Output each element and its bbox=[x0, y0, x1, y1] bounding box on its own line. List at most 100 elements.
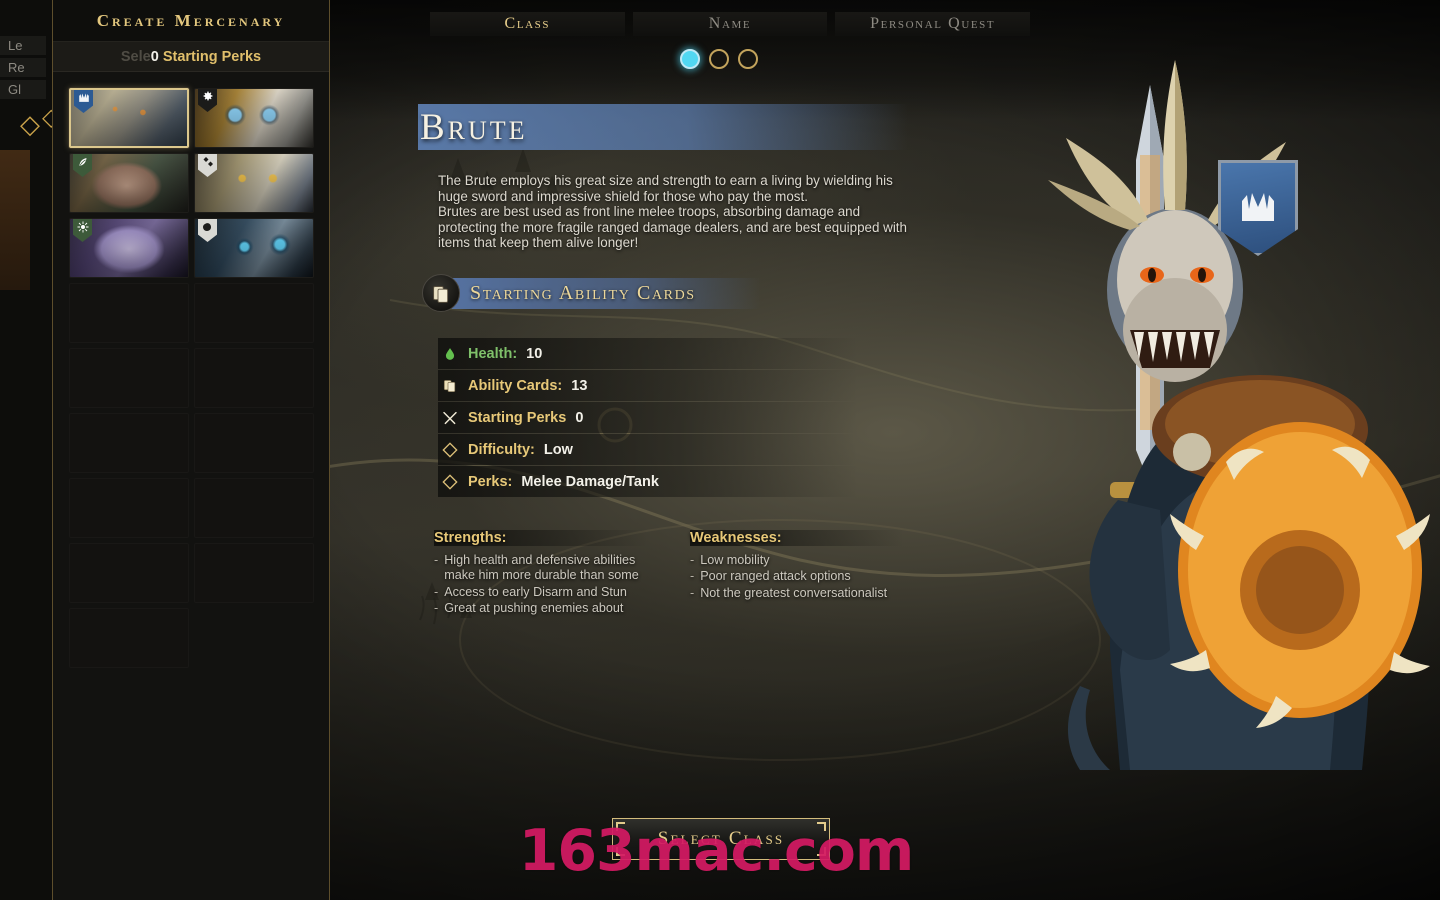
left-strip-items: Le Re Gl bbox=[0, 36, 46, 102]
locked-slot[interactable] bbox=[69, 348, 189, 408]
corner-ornament bbox=[817, 822, 826, 831]
wizard-tabs: Class Name Personal Quest bbox=[430, 12, 1031, 36]
locked-row bbox=[69, 348, 315, 408]
left-warm-panel bbox=[0, 150, 30, 290]
stat-row-ability-cards: Ability Cards: 13 bbox=[438, 370, 858, 401]
locked-slot[interactable] bbox=[194, 413, 314, 473]
locked-row bbox=[69, 478, 315, 538]
step-dot-1[interactable] bbox=[680, 49, 700, 69]
class-portrait-mindthief[interactable] bbox=[194, 218, 314, 278]
locked-slot[interactable] bbox=[194, 348, 314, 408]
stat-label: Perks: bbox=[468, 473, 513, 490]
weakness-text: Poor ranged attack options bbox=[700, 569, 851, 584]
stat-label: Health: bbox=[468, 345, 518, 362]
left-clipped-strip: Le Re Gl ◇ bbox=[0, 0, 52, 900]
stat-row-perks: Perks: Melee Damage/Tank bbox=[438, 466, 858, 497]
description-line: protecting the more fragile ranged damag… bbox=[438, 219, 907, 235]
portrait-row bbox=[69, 218, 315, 278]
locked-slot[interactable] bbox=[69, 283, 189, 343]
locked-slot[interactable] bbox=[194, 478, 314, 538]
crown-shield-icon bbox=[1242, 193, 1274, 221]
locked-row bbox=[69, 413, 315, 473]
weaknesses-column: Weaknesses: - Low mobility - Poor ranged a… bbox=[690, 530, 904, 617]
stat-label: Starting Perks bbox=[468, 409, 567, 426]
mercenary-sidebar: Create Mercenary Sele0 Starting Perks bbox=[52, 0, 330, 900]
locked-slot[interactable] bbox=[69, 608, 189, 668]
select-class-button[interactable]: Select Class bbox=[612, 818, 830, 860]
wizard-step-dots bbox=[680, 49, 758, 69]
stat-value: Low bbox=[543, 441, 573, 458]
weaknesses-header: Weaknesses: bbox=[690, 530, 904, 546]
locked-slot[interactable] bbox=[69, 413, 189, 473]
strengths-column: Strengths: - High health and defensive ab… bbox=[434, 530, 648, 617]
locked-slot[interactable] bbox=[69, 478, 189, 538]
locked-slot[interactable] bbox=[69, 543, 189, 603]
stat-label: Ability Cards: bbox=[468, 377, 563, 394]
tab-personal-quest[interactable]: Personal Quest bbox=[835, 12, 1031, 36]
stat-value: 13 bbox=[571, 377, 588, 394]
class-portrait-spellweaver[interactable] bbox=[69, 153, 189, 213]
stat-row-health: Health: 10 bbox=[438, 338, 858, 369]
left-strip-item[interactable]: Le bbox=[0, 36, 46, 55]
stat-label: Difficulty: bbox=[468, 441, 535, 458]
prev-arrow-icon[interactable]: ◇ bbox=[20, 112, 40, 138]
create-mercenary-screen: Le Re Gl ◇ ◇ Create Mercenary Sele0 Star… bbox=[0, 0, 1440, 900]
card-stack-icon bbox=[441, 378, 459, 394]
description-line: huge sword and impressive shield for tho… bbox=[438, 188, 808, 204]
crossed-swords-icon bbox=[441, 410, 459, 426]
bullet-dash: - bbox=[434, 553, 439, 567]
description-line: Brutes are best used as front line melee… bbox=[438, 204, 861, 220]
left-strip-item[interactable]: Gl bbox=[0, 80, 46, 99]
locked-slot[interactable] bbox=[194, 283, 314, 343]
class-stats: Health: 10 Ability Cards: 13 Starting Pe… bbox=[438, 338, 858, 498]
locked-row bbox=[69, 543, 315, 603]
perks-ghost-text: Sele bbox=[120, 49, 151, 65]
ability-cards-label: Starting Ability Cards bbox=[470, 281, 696, 304]
stat-value: Melee Damage/Tank bbox=[521, 473, 659, 490]
strength-item: - Access to early Disarm and Stun bbox=[434, 585, 648, 600]
sidebar-title: Create Mercenary bbox=[53, 0, 329, 42]
step-dot-3[interactable] bbox=[738, 49, 758, 69]
class-portrait-scoundrel[interactable] bbox=[194, 153, 314, 213]
stat-row-difficulty: Difficulty: Low bbox=[438, 434, 858, 465]
corner-ornament bbox=[616, 847, 625, 856]
class-portrait-cragheart[interactable] bbox=[69, 218, 189, 278]
locked-row bbox=[69, 283, 315, 343]
weakness-item: - Not the greatest conversationalist bbox=[690, 586, 904, 601]
portrait-row bbox=[69, 153, 315, 213]
diamond-icon bbox=[441, 473, 459, 490]
step-dot-2[interactable] bbox=[709, 49, 729, 69]
droplet-icon bbox=[441, 346, 459, 362]
weakness-text: Low mobility bbox=[700, 553, 770, 567]
bullet-dash: - bbox=[690, 569, 695, 584]
starting-perks-banner: Sele0 Starting Perks bbox=[53, 42, 329, 72]
weakness-item: - Low mobility bbox=[690, 553, 904, 568]
left-strip-item[interactable]: Re bbox=[0, 58, 46, 77]
class-description: The Brute employs his great size and str… bbox=[438, 173, 908, 251]
strengths-header: Strengths: bbox=[434, 530, 648, 546]
class-portrait-brute[interactable] bbox=[69, 88, 189, 148]
tab-class[interactable]: Class bbox=[430, 12, 625, 36]
corner-ornament bbox=[616, 822, 625, 831]
class-portrait-tinkerer[interactable] bbox=[194, 88, 314, 148]
bullet-dash: - bbox=[434, 584, 439, 599]
tab-name[interactable]: Name bbox=[632, 12, 828, 36]
select-class-label: Select Class bbox=[657, 828, 785, 849]
perks-count: 0 bbox=[150, 49, 159, 65]
bullet-dash: - bbox=[434, 600, 439, 615]
card-stack-icon bbox=[422, 274, 460, 312]
class-portrait-grid bbox=[69, 88, 315, 673]
bullet-dash: - bbox=[690, 585, 695, 600]
stat-value: 10 bbox=[526, 345, 543, 362]
locked-slot[interactable] bbox=[194, 543, 314, 603]
starting-ability-cards-header[interactable]: Starting Ability Cards bbox=[422, 274, 696, 312]
perks-label: Starting Perks bbox=[162, 49, 262, 65]
bullet-dash: - bbox=[690, 553, 695, 567]
page-title: Brute bbox=[420, 107, 528, 148]
portrait-row bbox=[69, 88, 315, 148]
stat-value: 0 bbox=[575, 409, 584, 426]
strength-item: - Great at pushing enemies about bbox=[434, 601, 648, 616]
diamond-icon bbox=[441, 441, 459, 458]
strength-text: Great at pushing enemies about bbox=[444, 600, 624, 615]
strength-text: Access to early Disarm and Stun bbox=[444, 584, 627, 599]
